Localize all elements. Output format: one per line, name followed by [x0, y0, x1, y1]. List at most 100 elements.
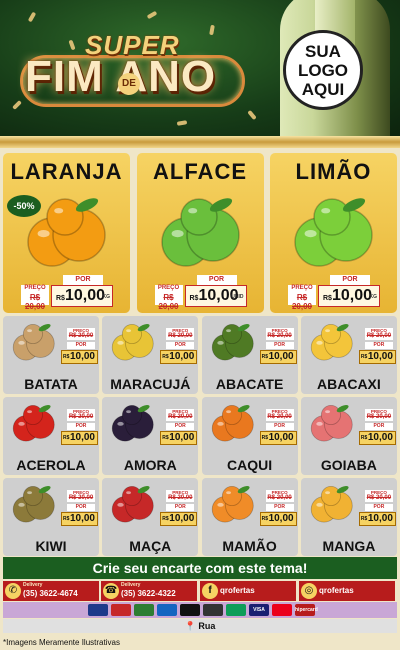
old-price-box: PREÇO R$ 20,00: [265, 328, 294, 340]
por-label: POR: [166, 423, 195, 430]
contact-item[interactable]: f qrofertas: [200, 581, 296, 601]
payment-card-icon: VISA: [249, 604, 269, 616]
price-tag: PREÇO R$ 20,00 POR R$ 10,00: [61, 328, 98, 366]
old-price: R$ 20,00: [168, 333, 193, 339]
payment-card-icon: [157, 604, 177, 616]
old-price: R$ 20,00: [366, 414, 392, 420]
product-name: BATATA: [24, 376, 78, 392]
contact-value: qrofertas: [220, 586, 255, 595]
old-price: R$ 20,00: [68, 333, 94, 339]
product-name: ACEROLA: [16, 457, 86, 473]
contact-value: qrofertas: [319, 586, 354, 595]
product-card[interactable]: PREÇO R$ 20,00 POR R$ 10,00 CAQUI: [201, 397, 298, 475]
product-name: GOIABA: [320, 457, 377, 473]
old-price-box: PREÇO R$ 20,00: [166, 490, 195, 502]
new-price-box: R$ 10,00: [358, 350, 396, 364]
product-name: ABACAXI: [317, 376, 381, 392]
product-name: LIMÃO: [295, 159, 372, 184]
header-banner: SUPER FIM ANO DE SUA LOGO AQUI: [0, 0, 400, 140]
contact-sub: Delivery: [23, 582, 43, 588]
por-label: POR: [67, 504, 95, 511]
product-card[interactable]: PREÇO R$ 20,00 POR R$ 10,00 BATATA: [3, 316, 99, 394]
product-card[interactable]: PREÇO R$ 20,00 POR R$ 10,00 AMORA: [102, 397, 199, 475]
payment-card-icon: [134, 604, 154, 616]
currency: R$: [323, 295, 332, 302]
new-price: 10,00: [69, 513, 95, 524]
product-image: [151, 187, 251, 277]
logo-placeholder[interactable]: SUA LOGO AQUI: [283, 30, 363, 110]
old-price-box: PREÇO R$ 20,00: [21, 285, 49, 311]
payment-methods: VISA hipercard: [3, 602, 397, 618]
address-text: Rua: [198, 621, 216, 631]
unit-label: KG: [102, 294, 111, 300]
product-name: CAQUI: [227, 457, 273, 473]
currency: R$: [261, 435, 268, 441]
old-price: R$ 20,00: [168, 414, 193, 420]
old-price-box: PREÇO R$ 20,00: [166, 328, 195, 340]
product-image: [106, 480, 160, 528]
title-de: DE: [118, 73, 140, 95]
product-image: [305, 480, 359, 528]
cta-banner[interactable]: Crie seu encarte com este tema!: [3, 557, 397, 579]
old-price-box: PREÇO R$ 20,00: [288, 285, 316, 311]
currency: R$: [63, 435, 70, 441]
currency: R$: [56, 295, 65, 302]
product-name: ALFACE: [153, 159, 247, 184]
new-price-box: R$ 10,00: [61, 350, 98, 364]
confetti: [247, 109, 257, 121]
product-card[interactable]: PREÇO R$ 20,00 POR R$ 10,00 GOIABA: [300, 397, 397, 475]
product-card[interactable]: PREÇO R$ 20,00 POR R$ 10,00 MAMÃO: [201, 478, 298, 556]
product-name: AMORA: [123, 457, 177, 473]
product-card[interactable]: PREÇO R$ 20,00 POR R$ 10,00 ABACATE: [201, 316, 298, 394]
new-price-box: R$10,00 UNID: [184, 285, 247, 307]
contact-item[interactable]: ◎ qrofertas: [299, 581, 395, 601]
por-label: POR: [364, 504, 393, 511]
old-price-box: PREÇO R$ 20,00: [166, 409, 195, 421]
old-price: R$ 20,00: [267, 495, 292, 501]
product-image: [7, 480, 61, 528]
featured-product-card[interactable]: LIMÃO POR PREÇO R$ 20,00 R$10,00 KG: [270, 153, 397, 313]
price-tag: POR PREÇO R$ 20,00 R$10,00 KG: [288, 273, 382, 311]
confetti: [27, 11, 37, 23]
old-price: R$ 20,00: [366, 495, 392, 501]
featured-product-card[interactable]: ALFACE POR PREÇO R$ 20,00 R$10,00 UNID: [136, 153, 264, 313]
old-price: R$ 20,00: [24, 293, 46, 311]
old-price-box: PREÇO R$ 20,00: [67, 328, 95, 340]
logo-line-1: SUA: [305, 41, 341, 61]
old-price-box: PREÇO R$ 20,00: [67, 409, 95, 421]
new-price: 10,00: [169, 351, 195, 362]
por-label: POR: [166, 342, 195, 349]
contact-item[interactable]: ☎ Delivery (35) 3622-4322: [101, 581, 197, 601]
price-tag: PREÇO R$ 20,00 POR R$ 10,00: [61, 490, 98, 528]
featured-product-card[interactable]: LARANJA -50% POR PREÇO R$ 20,00 R$10,00 KG: [3, 153, 130, 313]
product-card[interactable]: PREÇO R$ 20,00 POR R$ 10,00 MAÇA: [102, 478, 199, 556]
product-card[interactable]: PREÇO R$ 20,00 POR R$ 10,00 ABACAXI: [300, 316, 397, 394]
product-card[interactable]: PREÇO R$ 20,00 POR R$ 10,00 MANGA: [300, 478, 397, 556]
new-price: 10,00: [69, 351, 95, 362]
product-card[interactable]: PREÇO R$ 20,00 POR R$ 10,00 MARACUJÁ: [102, 316, 199, 394]
old-price-box: PREÇO R$ 20,00: [265, 409, 294, 421]
contact-item[interactable]: ✆ Delivery (35) 3622-4674: [3, 581, 99, 601]
currency: R$: [162, 435, 169, 441]
product-card[interactable]: PREÇO R$ 20,00 POR R$ 10,00 ACEROLA: [3, 397, 99, 475]
whatsapp-icon: ✆: [5, 583, 21, 599]
old-price-box: PREÇO R$ 20,00: [364, 409, 393, 421]
product-name: MAÇA: [129, 538, 172, 554]
por-label: POR: [67, 423, 95, 430]
product-grid: PREÇO R$ 20,00 POR R$ 10,00 BATATA PREÇO R$ 20,…: [3, 316, 397, 556]
price-tag: PREÇO R$ 20,00 POR R$ 10,00: [259, 490, 297, 528]
por-label: POR: [265, 342, 294, 349]
payment-card-icon: [203, 604, 223, 616]
product-image: [206, 318, 260, 366]
discount-badge: -50%: [7, 195, 41, 217]
product-image: [7, 399, 61, 447]
logo-line-2: LOGO: [297, 60, 349, 80]
old-price: R$ 20,00: [267, 333, 292, 339]
product-name: LARANJA: [10, 159, 123, 184]
price-tag: PREÇO R$ 20,00 POR R$ 10,00: [358, 328, 396, 366]
currency: R$: [261, 354, 268, 360]
new-price: 10,00: [268, 351, 294, 362]
product-card[interactable]: PREÇO R$ 20,00 POR R$ 10,00 KIWI: [3, 478, 99, 556]
new-price-box: R$ 10,00: [259, 431, 297, 445]
product-image: [106, 399, 160, 447]
